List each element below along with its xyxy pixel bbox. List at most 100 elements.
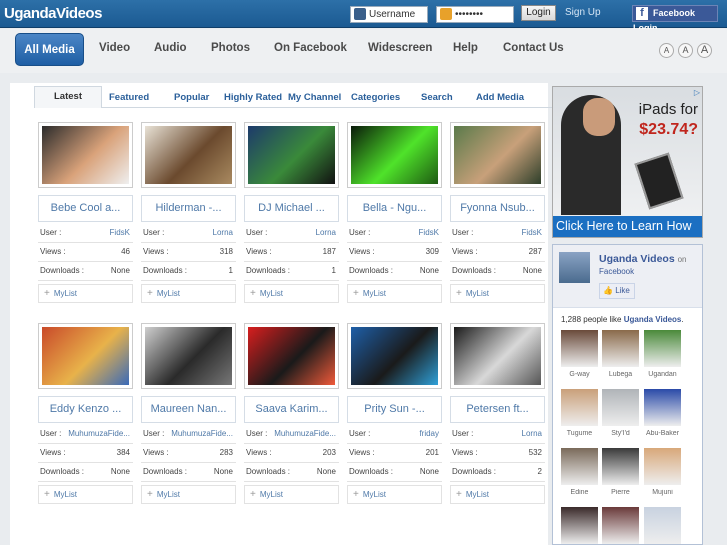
video-uploader[interactable]: MuhumuzaFide...: [171, 425, 233, 443]
add-to-mylist-button[interactable]: + MyList: [38, 485, 133, 504]
fan-avatar[interactable]: Tugume: [561, 389, 598, 437]
subtab-add-media[interactable]: Add Media: [476, 92, 524, 103]
views-row: Views : 532: [450, 444, 545, 463]
fan-avatar[interactable]: Pierre: [602, 448, 639, 496]
nav-help[interactable]: Help: [453, 42, 478, 54]
video-uploader[interactable]: FidsK: [110, 224, 130, 242]
fan-avatar[interactable]: G-way: [561, 330, 598, 378]
video-uploader[interactable]: friday: [419, 425, 439, 443]
username-field[interactable]: Username: [350, 6, 428, 23]
video-thumbnail[interactable]: [347, 122, 442, 188]
nav-photos[interactable]: Photos: [211, 42, 250, 54]
add-to-mylist-button[interactable]: + MyList: [141, 284, 236, 303]
video-thumbnail[interactable]: [244, 122, 339, 188]
video-title[interactable]: DJ Michael ...: [244, 195, 339, 222]
video-thumbnail[interactable]: [244, 323, 339, 389]
mylist-label: MyList: [259, 490, 283, 499]
login-button[interactable]: Login: [521, 5, 556, 21]
views-label: Views :: [246, 247, 272, 256]
font-size-medium-button[interactable]: A: [678, 43, 693, 58]
subtab-search[interactable]: Search: [421, 92, 453, 103]
video-uploader[interactable]: Lorna: [213, 224, 233, 242]
add-to-mylist-button[interactable]: + MyList: [244, 485, 339, 504]
add-to-mylist-button[interactable]: + MyList: [347, 284, 442, 303]
video-thumbnail[interactable]: [141, 323, 236, 389]
fan-photo: [602, 448, 639, 485]
subtab-featured[interactable]: Featured: [109, 92, 149, 103]
video-thumbnail[interactable]: [347, 323, 442, 389]
site-logo[interactable]: UgandaVideos: [4, 5, 102, 22]
video-uploader[interactable]: Lorna: [316, 224, 336, 242]
views-row: Views : 203: [244, 444, 339, 463]
user-row: User : FidsK: [347, 224, 442, 243]
thumbnail-image: [351, 126, 438, 184]
page-avatar[interactable]: [559, 252, 590, 283]
fan-avatar[interactable]: Abu-Baker: [644, 389, 681, 437]
video-uploader[interactable]: FidsK: [419, 224, 439, 242]
fan-avatar[interactable]: Sty'I'd: [602, 389, 639, 437]
video-uploader[interactable]: MuhumuzaFide...: [274, 425, 336, 443]
user-row: User : FidsK: [450, 224, 545, 243]
fan-avatar[interactable]: Ugandan: [644, 330, 681, 378]
add-to-mylist-button[interactable]: + MyList: [244, 284, 339, 303]
nav-audio[interactable]: Audio: [154, 42, 187, 54]
add-to-mylist-button[interactable]: + MyList: [347, 485, 442, 504]
facebook-like-button[interactable]: 👍 Like: [599, 283, 635, 299]
nav-widescreen[interactable]: Widescreen: [368, 42, 432, 54]
downloads-row: Downloads : None: [347, 262, 442, 281]
video-title[interactable]: Prity Sun -...: [347, 396, 442, 423]
nav-on-facebook[interactable]: On Facebook: [274, 42, 347, 54]
downloads-label: Downloads :: [246, 467, 291, 476]
video-thumbnail[interactable]: [141, 122, 236, 188]
subtab-popular[interactable]: Popular: [174, 92, 209, 103]
font-size-large-button[interactable]: A: [697, 43, 712, 58]
video-title[interactable]: Fyonna Nsub...: [450, 195, 545, 222]
add-to-mylist-button[interactable]: + MyList: [450, 485, 545, 504]
video-thumbnail[interactable]: [38, 122, 133, 188]
video-title[interactable]: Maureen Nan...: [141, 396, 236, 423]
fan-name: Ugandan: [648, 371, 677, 378]
video-views: 318: [219, 247, 233, 256]
video-uploader[interactable]: Lorna: [522, 425, 542, 443]
facebook-like-box: Uganda Videos on Facebook 👍 Like 1,288 p…: [552, 244, 703, 545]
add-to-mylist-button[interactable]: + MyList: [38, 284, 133, 303]
nav-contact-us[interactable]: Contact Us: [503, 42, 564, 54]
video-uploader[interactable]: FidsK: [522, 224, 542, 242]
video-thumbnail[interactable]: [450, 122, 545, 188]
nav-all-media[interactable]: All Media: [15, 33, 84, 66]
video-thumbnail[interactable]: [38, 323, 133, 389]
video-title[interactable]: Hilderman -...: [141, 195, 236, 222]
views-row: Views : 287: [450, 243, 545, 262]
subtab-latest[interactable]: Latest: [34, 86, 102, 108]
fan-photo: [644, 389, 681, 426]
video-title[interactable]: Bebe Cool a...: [38, 195, 133, 222]
fan-avatar[interactable]: [602, 507, 639, 545]
fan-avatar[interactable]: [561, 507, 598, 545]
video-title[interactable]: Eddy Kenzo ...: [38, 396, 133, 423]
ad-banner[interactable]: ▷ iPads for $23.74? Click Here to Learn …: [552, 86, 703, 238]
video-title[interactable]: Petersen ft...: [450, 396, 545, 423]
add-to-mylist-button[interactable]: + MyList: [141, 485, 236, 504]
subtab-highly-rated[interactable]: Highly Rated: [224, 92, 282, 103]
facebook-login-button[interactable]: f Facebook Login: [632, 5, 718, 33]
facebook-page-name[interactable]: Uganda Videos on: [599, 253, 687, 265]
font-size-small-button[interactable]: A: [659, 43, 674, 58]
ad-choices-icon[interactable]: ▷: [694, 88, 700, 97]
add-to-mylist-button[interactable]: + MyList: [450, 284, 545, 303]
subtab-categories[interactable]: Categories: [351, 92, 400, 103]
ad-cta[interactable]: Click Here to Learn How: [553, 216, 702, 237]
fan-avatar[interactable]: [644, 507, 681, 545]
fan-avatar[interactable]: Edine: [561, 448, 598, 496]
ad-tablet-image: [634, 152, 684, 210]
video-title[interactable]: Bella - Ngu...: [347, 195, 442, 222]
fan-avatar[interactable]: Mujuni: [644, 448, 681, 496]
nav-video[interactable]: Video: [99, 42, 130, 54]
video-title[interactable]: Saava Karim...: [244, 396, 339, 423]
signup-link[interactable]: Sign Up: [565, 7, 601, 18]
password-field[interactable]: ••••••••: [436, 6, 514, 23]
downloads-label: Downloads :: [452, 266, 497, 275]
fan-avatar[interactable]: Lubega: [602, 330, 639, 378]
video-thumbnail[interactable]: [450, 323, 545, 389]
subtab-my-channel[interactable]: My Channel: [288, 92, 341, 103]
video-uploader[interactable]: MuhumuzaFide...: [68, 425, 130, 443]
